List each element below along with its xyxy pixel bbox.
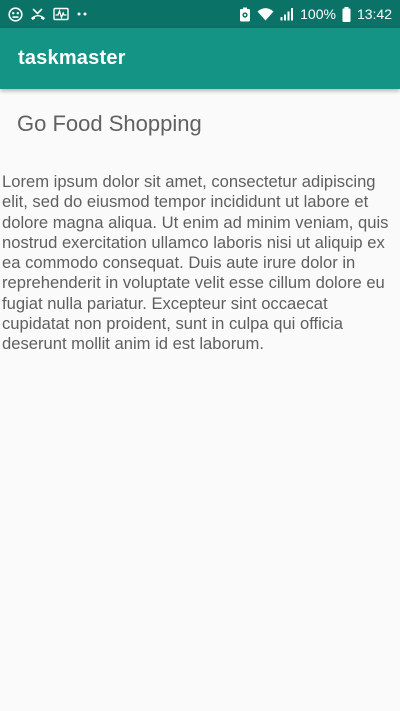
status-system: 100% 13:42 [239, 6, 392, 22]
app-bar: taskmaster [0, 28, 400, 89]
app-title: taskmaster [18, 47, 126, 69]
more-dots-icon [76, 11, 88, 17]
signal-icon [280, 7, 294, 21]
activity-icon [53, 7, 69, 21]
status-time: 13:42 [356, 6, 392, 22]
task-title: Go Food Shopping [17, 111, 202, 136]
face-icon [8, 6, 23, 22]
task-description: Lorem ipsum dolor sit amet, consectetur … [2, 172, 389, 354]
battery-icon [342, 6, 351, 22]
wifi-icon [257, 7, 274, 21]
status-bar: 100% 13:42 [0, 0, 400, 28]
battery-percentage: 100% [300, 6, 336, 22]
status-notifications [8, 6, 88, 22]
battery-saver-icon [239, 7, 251, 22]
missed-call-icon [30, 7, 46, 21]
